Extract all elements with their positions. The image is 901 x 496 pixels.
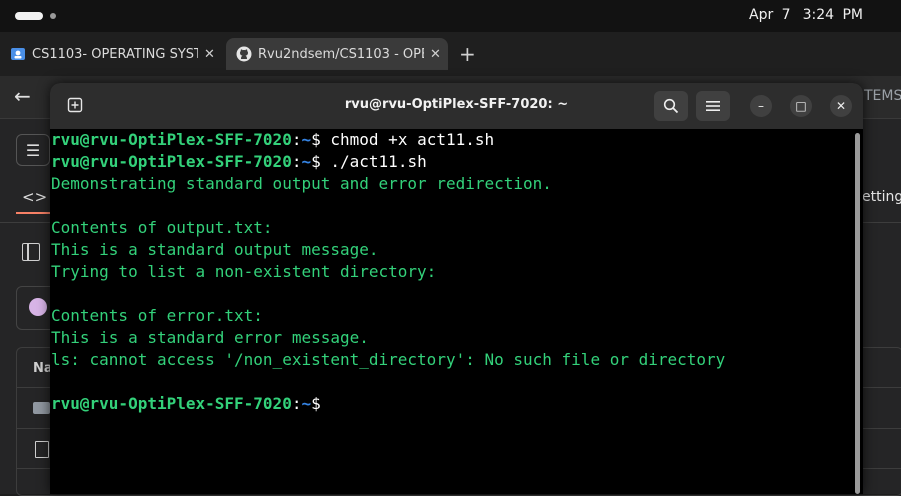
activities-indicator[interactable] bbox=[15, 12, 43, 20]
terminal-title: rvu@rvu-OptiPlex-SFF-7020: ~ bbox=[344, 97, 569, 112]
prompt-path: ~ bbox=[301, 152, 312, 171]
close-tab-icon[interactable]: ✕ bbox=[430, 47, 441, 62]
folder-icon[interactable] bbox=[33, 402, 50, 414]
prompt-user: rvu@rvu-OptiPlex-SFF-7020 bbox=[51, 394, 292, 413]
tab-title: Rvu2ndsem/CS1103 - OPE bbox=[258, 46, 424, 62]
command-text: ./act11.sh bbox=[320, 152, 427, 171]
minimize-icon: – bbox=[758, 99, 764, 113]
avatar bbox=[29, 298, 47, 316]
browser-tab-classroom[interactable]: CS1103- OPERATING SYST ✕ bbox=[0, 38, 222, 70]
maximize-icon: □ bbox=[795, 99, 807, 113]
active-tab-underline bbox=[16, 212, 50, 214]
workspace-dot[interactable] bbox=[50, 13, 56, 19]
address-bar-text[interactable]: TEMS/ bbox=[864, 88, 901, 104]
tab-title: CS1103- OPERATING SYST bbox=[32, 46, 198, 62]
prompt-symbol: $ bbox=[311, 152, 321, 171]
close-icon: ✕ bbox=[835, 99, 847, 113]
prompt-line: rvu@rvu-OptiPlex-SFF-7020:~$ chmod +x ac… bbox=[51, 129, 856, 151]
prompt-path: ~ bbox=[301, 130, 312, 149]
menu-button[interactable] bbox=[696, 91, 730, 121]
terminal-window: rvu@rvu-OptiPlex-SFF-7020: ~ – □ ✕ rvu@r… bbox=[50, 83, 863, 494]
output-line: Trying to list a non-existent directory: bbox=[51, 262, 437, 281]
output-line: Contents of error.txt: bbox=[51, 306, 263, 325]
search-icon bbox=[663, 98, 679, 114]
output-line: Demonstrating standard output and error … bbox=[51, 174, 552, 193]
classroom-icon bbox=[11, 48, 25, 60]
terminal-header-bar: rvu@rvu-OptiPlex-SFF-7020: ~ – □ ✕ bbox=[50, 83, 863, 129]
close-button[interactable]: ✕ bbox=[830, 95, 852, 117]
minimize-button[interactable]: – bbox=[750, 95, 772, 117]
hamburger-menu-icon[interactable]: ☰ bbox=[16, 134, 50, 166]
terminal-output[interactable]: rvu@rvu-OptiPlex-SFF-7020:~$ chmod +x ac… bbox=[50, 129, 856, 494]
system-top-bar: Apr 7 3:24 PM bbox=[0, 0, 901, 32]
system-clock[interactable]: Apr 7 3:24 PM bbox=[749, 7, 863, 23]
clock-time: 3:24 PM bbox=[802, 7, 863, 23]
output-line: ls: cannot access '/non_existent_directo… bbox=[51, 350, 726, 369]
new-tab-button[interactable]: + bbox=[459, 42, 476, 66]
tab-settings[interactable]: etting bbox=[862, 189, 901, 205]
output-line: This is a standard error message. bbox=[51, 328, 369, 347]
prompt-line: rvu@rvu-OptiPlex-SFF-7020:~$ bbox=[51, 393, 856, 415]
prompt-line: rvu@rvu-OptiPlex-SFF-7020:~$ ./act11.sh bbox=[51, 151, 856, 173]
hamburger-icon bbox=[706, 101, 720, 111]
back-arrow-icon[interactable]: ← bbox=[14, 84, 31, 108]
prompt-user: rvu@rvu-OptiPlex-SFF-7020 bbox=[51, 130, 292, 149]
file-icon[interactable] bbox=[35, 441, 49, 458]
output-line: Contents of output.txt: bbox=[51, 218, 273, 237]
github-icon bbox=[236, 46, 252, 62]
side-panel-icon[interactable] bbox=[22, 243, 40, 261]
output-line: This is a standard output message. bbox=[51, 240, 379, 259]
browser-tab-github[interactable]: Rvu2ndsem/CS1103 - OPE ✕ bbox=[226, 38, 448, 70]
prompt-user: rvu@rvu-OptiPlex-SFF-7020 bbox=[51, 152, 292, 171]
clock-date: Apr 7 bbox=[749, 7, 791, 23]
search-button[interactable] bbox=[654, 91, 688, 121]
maximize-button[interactable]: □ bbox=[790, 95, 812, 117]
terminal-scrollbar[interactable] bbox=[855, 133, 860, 494]
prompt-symbol: $ bbox=[311, 130, 321, 149]
close-tab-icon[interactable]: ✕ bbox=[204, 47, 215, 62]
prompt-symbol: $ bbox=[311, 394, 321, 413]
prompt-path: ~ bbox=[301, 394, 312, 413]
code-tab-icon[interactable]: <> bbox=[22, 188, 47, 206]
browser-tab-strip: CS1103- OPERATING SYST ✕ Rvu2ndsem/CS110… bbox=[0, 32, 901, 76]
command-text: chmod +x act11.sh bbox=[320, 130, 495, 149]
